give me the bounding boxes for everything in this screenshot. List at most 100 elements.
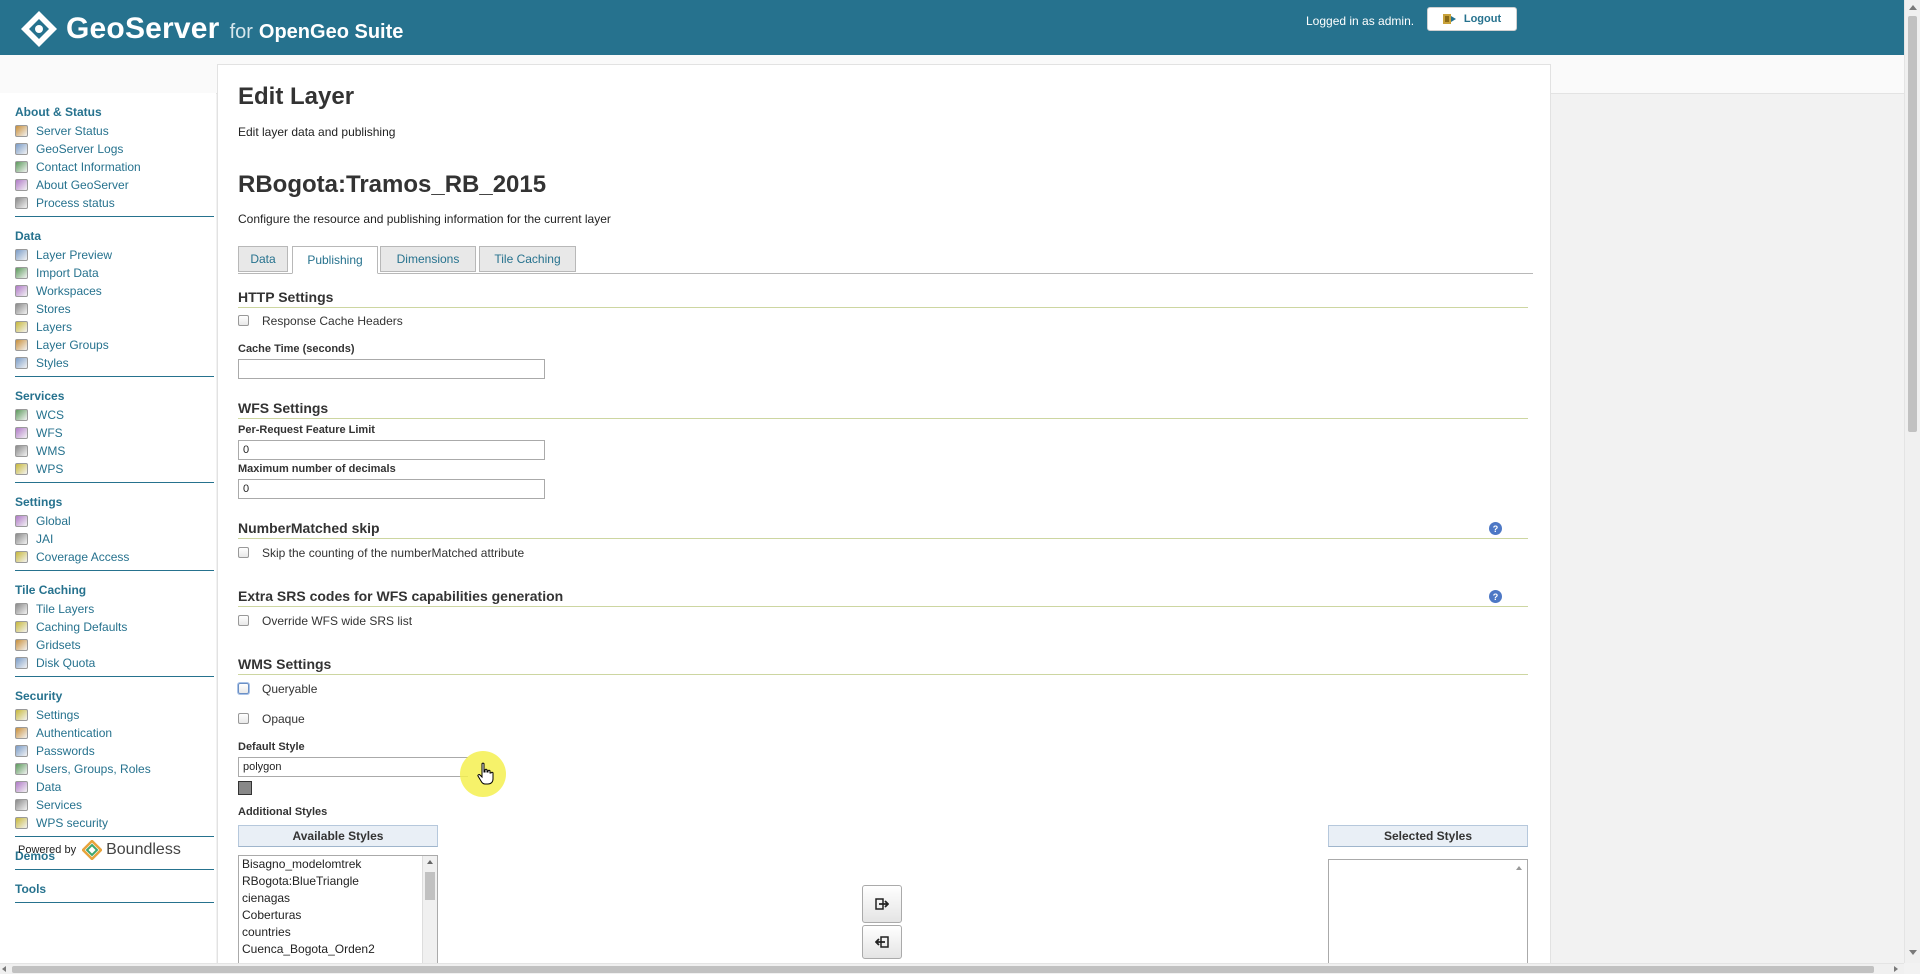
logout-button[interactable]: Logout [1427,7,1517,31]
max-decimals-input[interactable] [238,479,545,499]
vertical-scroll-thumb[interactable] [1908,16,1917,432]
sidebar-item[interactable]: Authentication [15,724,214,742]
sidebar-item[interactable]: Layers [15,318,214,336]
page-vertical-scrollbar[interactable] [1904,0,1920,963]
scroll-up-arrow-icon[interactable] [1909,5,1917,10]
sidebar-item[interactable]: Import Data [15,264,214,282]
help-icon[interactable]: ? [1489,522,1502,535]
sidebar-item-label: Coverage Access [36,550,130,564]
sidebar-tools-label: Tools [15,882,47,896]
sidebar-item[interactable]: About GeoServer [15,176,214,194]
map-icon [15,249,28,261]
service-icon [15,409,28,421]
cache-time-input[interactable] [238,359,545,379]
sidebar-item[interactable]: WFS [15,424,214,442]
skip-number-matched-checkbox[interactable] [238,547,249,558]
scroll-up-arrow-icon [427,860,433,864]
sidebar-item[interactable]: Workspaces [15,282,214,300]
queryable-checkbox[interactable] [238,683,249,694]
available-style-item[interactable]: Coberturas [239,907,437,924]
sidebar-item[interactable]: Data [15,778,214,796]
override-srs-label: Override WFS wide SRS list [262,614,413,628]
sidebar-item[interactable]: Styles [15,354,214,372]
sidebar-item[interactable]: Server Status [15,122,214,140]
feature-limit-input[interactable] [238,440,545,460]
sidebar-tools[interactable]: Tools [15,870,214,903]
default-style-legend-swatch [238,781,252,795]
cursor-highlight [460,751,506,797]
sidebar-item[interactable]: Layer Groups [15,336,214,354]
sidebar-item[interactable]: Contact Information [15,158,214,176]
sidebar-item-label: Tile Layers [36,602,95,616]
tab-publishing[interactable]: Publishing [292,246,378,274]
remove-style-button[interactable] [862,925,902,959]
geoserver-logo[interactable]: GeoServer for OpenGeo Suite [20,10,403,48]
selected-styles-scrollbar[interactable] [1512,860,1527,964]
sidebar-item[interactable]: Layer Preview [15,246,214,264]
sidebar-item-label: Settings [36,708,80,722]
services-security-icon [15,799,28,811]
default-style-select[interactable]: polygon [238,757,468,777]
sidebar-group-title[interactable]: Tile Caching [15,571,214,600]
key-icon [15,709,28,721]
scroll-left-arrow-icon[interactable] [2,966,6,972]
sidebar-item[interactable]: JAI [15,530,214,548]
sidebar-nav: About & Status Server Status GeoServer Log… [0,93,216,837]
sidebar-item[interactable]: Disk Quota [15,654,214,672]
sidebar-item[interactable]: WMS [15,442,214,460]
available-style-item[interactable]: RBogota:BlueTriangle [239,873,437,890]
help-icon[interactable]: ? [1489,590,1502,603]
sidebar-item[interactable]: Tile Layers [15,600,214,618]
available-style-item[interactable]: Cuenca_Bogota_Orden2 [239,941,437,958]
page-horizontal-scrollbar[interactable] [0,963,1904,974]
available-styles-scrollbar[interactable] [422,856,437,964]
sidebar-item[interactable]: Process status [15,194,214,212]
sidebar-group-title[interactable]: Data [15,217,214,246]
override-srs-checkbox[interactable] [238,615,249,626]
logged-in-message: Logged in as admin. [1306,14,1415,28]
available-style-item[interactable]: cienagas [239,890,437,907]
sidebar-group-title[interactable]: Settings [15,483,214,512]
sidebar-item-label: Global [36,514,71,528]
sidebar-item[interactable]: Settings [15,706,214,724]
available-style-item[interactable]: countries [239,924,437,941]
wfs-settings-header: WFS Settings [238,400,1528,419]
opaque-checkbox[interactable] [238,713,249,724]
sidebar-item[interactable]: Caching Defaults [15,618,214,636]
sidebar-item[interactable]: Passwords [15,742,214,760]
response-cache-headers-checkbox[interactable] [238,315,249,326]
available-styles-list[interactable]: Bisagno_modelomtrek RBogota:BlueTriangle c… [238,855,438,965]
sidebar-item[interactable]: Gridsets [15,636,214,654]
tab-dimensions[interactable]: Dimensions [380,246,476,272]
brand-for: for [229,20,253,43]
sidebar-item[interactable]: WPS [15,460,214,478]
sidebar-item-label: Process status [36,196,115,210]
sidebar-item[interactable]: WCS [15,406,214,424]
sidebar-item[interactable]: Global [15,512,214,530]
tab-tile-caching[interactable]: Tile Caching [479,246,576,272]
scroll-down-arrow-icon[interactable] [1909,950,1917,955]
feature-limit-label: Per-Request Feature Limit [238,424,375,436]
sidebar-item-label: Server Status [36,124,109,138]
sidebar-item[interactable]: Stores [15,300,214,318]
sidebar-item[interactable]: Services [15,796,214,814]
sidebar-group-title[interactable]: Services [15,377,214,406]
scroll-right-arrow-icon[interactable] [1894,966,1898,972]
globe-icon [15,621,28,633]
sidebar-item-label: Import Data [36,266,99,280]
available-style-item[interactable]: Bisagno_modelomtrek [239,856,437,873]
sidebar-item[interactable]: Coverage Access [15,548,214,566]
selected-styles-list[interactable] [1328,859,1528,965]
sidebar-item[interactable]: GeoServer Logs [15,140,214,158]
sidebar-group-title[interactable]: About & Status [15,93,214,122]
queryable-label: Queryable [262,682,318,696]
add-style-button[interactable] [862,885,902,923]
tab-data[interactable]: Data [238,246,288,272]
available-styles-scroll-thumb[interactable] [425,872,435,900]
sidebar-item[interactable]: WPS security [15,814,214,832]
boundless-logo-icon [82,840,103,860]
contact-icon [15,161,28,173]
sidebar-item[interactable]: Users, Groups, Roles [15,760,214,778]
sidebar-group-title[interactable]: Security [15,677,214,706]
horizontal-scroll-thumb[interactable] [12,966,1874,973]
